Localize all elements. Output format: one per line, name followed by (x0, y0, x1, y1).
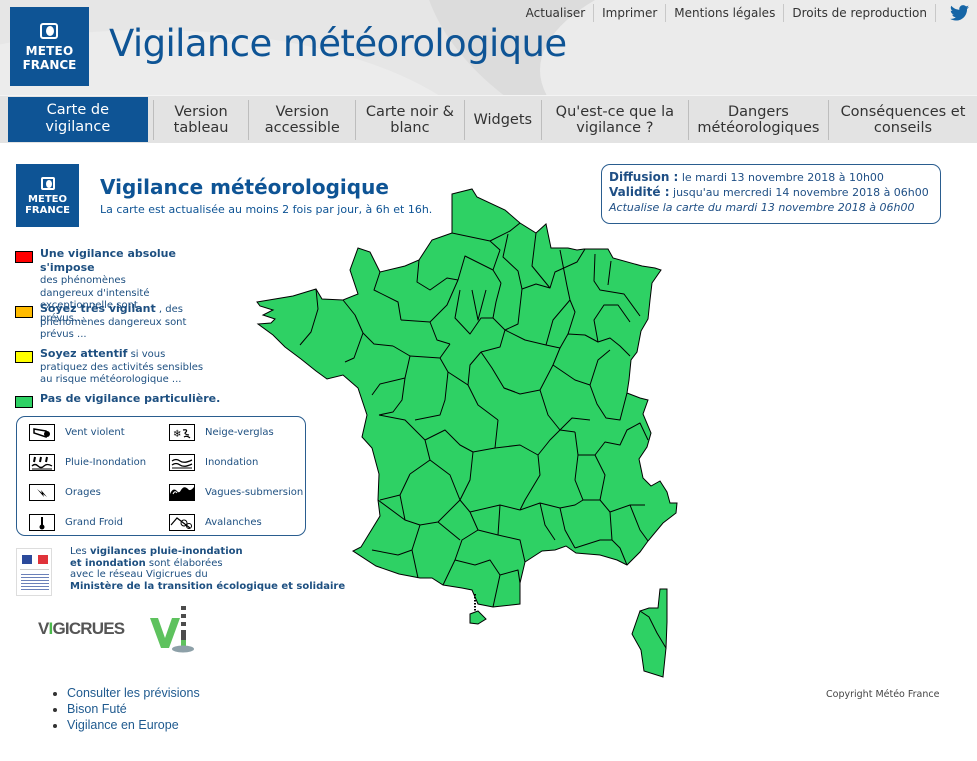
legend-level-orange: Soyez très vigilant , des phénomènes dan… (15, 302, 190, 342)
tab-carte-noir-blanc[interactable]: Carte noir & blanc (356, 99, 465, 140)
ministry-logo (16, 548, 52, 596)
orange-swatch (15, 306, 33, 318)
meteo-france-logo-icon (40, 23, 58, 39)
svg-text:❄: ❄ (173, 429, 181, 439)
top-links: Actualiser Imprimer Mentions légales Dro… (526, 4, 969, 22)
tab-version-accessible[interactable]: Version accessible (249, 99, 357, 140)
related-links: Consulter les prévisions Bison Futé Vigi… (52, 685, 200, 733)
page: METEO FRANCE Vigilance météorologique Ac… (0, 0, 977, 761)
reproduction-rights-link[interactable]: Droits de reproduction (784, 4, 936, 22)
hazard-avalanches: Avalanches (169, 514, 262, 531)
europe-vigilance-link[interactable]: Vigilance en Europe (67, 718, 179, 732)
flood-icon (169, 454, 195, 471)
green-swatch (15, 396, 33, 408)
tab-dangers-meteorologiques[interactable]: Dangers météorologiques (689, 99, 829, 140)
storm-icon (29, 484, 55, 501)
vigicrues-logo[interactable]: VIGICRUES (38, 619, 125, 639)
main-nav: Carte de vigilance Version tableau Versi… (0, 95, 977, 143)
hazard-vent-violent: Vent violent (29, 424, 125, 441)
department-andorra-area[interactable] (469, 610, 487, 625)
site-header: METEO FRANCE Vigilance météorologique Ac… (0, 0, 977, 95)
map-meteo-france-logo: METEO FRANCE (16, 164, 79, 227)
tab-widgets[interactable]: Widgets (465, 99, 542, 140)
meteo-france-logo-icon (41, 177, 55, 190)
meteo-france-logo[interactable]: METEO FRANCE (10, 7, 89, 86)
forecasts-link[interactable]: Consulter les prévisions (67, 686, 200, 700)
tab-quest-ce-que-la-vigilance[interactable]: Qu'est-ce que la vigilance ? (542, 99, 689, 140)
bison-fute-link[interactable]: Bison Futé (67, 702, 127, 716)
site-title: Vigilance météorologique (109, 22, 567, 65)
snow-ice-icon: ❄ (169, 424, 195, 441)
legend-level-green: Pas de vigilance particulière. (15, 392, 220, 408)
hazard-grand-froid: Grand Froid (29, 514, 123, 531)
legal-notice-link[interactable]: Mentions légales (666, 4, 785, 22)
legend-level-yellow: Soyez attentif si vous pratiquez des act… (15, 347, 215, 387)
wind-icon (29, 424, 55, 441)
france-mainland (256, 188, 678, 608)
print-link[interactable]: Imprimer (594, 4, 667, 22)
rain-flood-icon (29, 454, 55, 471)
vigilance-map (256, 188, 678, 678)
refresh-link[interactable]: Actualiser (526, 4, 595, 22)
vigicrues-vi-icon[interactable] (148, 604, 198, 656)
hazard-pluie-inondation: Pluie-Inondation (29, 454, 146, 471)
twitter-icon[interactable] (936, 5, 969, 21)
wave-submersion-icon (169, 484, 195, 501)
tab-carte-de-vigilance[interactable]: Carte de vigilance (0, 97, 154, 142)
thermometer-cold-icon (29, 514, 55, 531)
hazard-orages: Orages (29, 484, 101, 501)
hazard-inondation: Inondation (169, 454, 258, 471)
red-swatch (15, 251, 33, 263)
avalanche-icon (169, 514, 195, 531)
corsica (631, 588, 668, 678)
tab-version-tableau[interactable]: Version tableau (154, 99, 250, 140)
copyright: Copyright Météo France (826, 689, 940, 700)
france-mainland-outline[interactable] (256, 188, 678, 608)
tab-consequences-conseils[interactable]: Conséquences et conseils (829, 100, 977, 140)
yellow-swatch (15, 351, 33, 363)
